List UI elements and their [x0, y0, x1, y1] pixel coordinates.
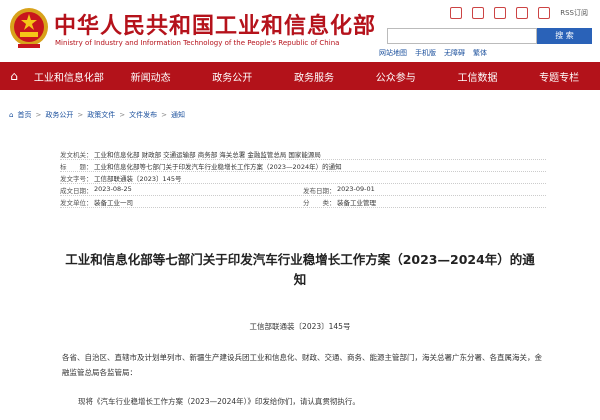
breadcrumb-affairs[interactable]: 政务公开 — [45, 110, 73, 120]
quick-link-traditional[interactable]: 繁体 — [473, 48, 487, 58]
site-title[interactable]: 中华人民共和国工业和信息化部 — [54, 8, 376, 40]
meta-published-label: 发布日期： — [303, 186, 336, 195]
nav-item-government-affairs[interactable]: 政务公开 — [191, 69, 273, 84]
document-body: 现将《汽车行业稳增长工作方案（2023—2024年）》印发给你们，请认真贯彻执行… — [78, 397, 360, 406]
quick-link-accessibility[interactable]: 无障碍 — [444, 48, 465, 58]
meta-category-value: 装备工业管理 — [337, 198, 376, 207]
breadcrumb-publish[interactable]: 文件发布 — [129, 110, 157, 120]
meta-issuer-value: 工业和信息化部 财政部 交通运输部 商务部 海关总署 金融监管总局 国家能源局 — [94, 150, 321, 159]
search-button[interactable]: 搜 索 — [537, 28, 592, 44]
quick-link-sitemap[interactable]: 网站地图 — [379, 48, 407, 58]
document-addressees: 各省、自治区、直辖市及计划单列市、新疆生产建设兵团工业和信息化、财政、交通、商务… — [62, 353, 542, 377]
document-title: 工业和信息化部等七部门关于印发汽车行业稳增长工作方案（2023—2024年）的通… — [65, 252, 535, 287]
meta-title-label: 标 题： — [60, 162, 93, 171]
home-icon: ⌂ — [9, 111, 14, 119]
breadcrumb: ⌂ 首页 > 政务公开 > 政策文件 > 文件发布 > 通知 — [9, 110, 185, 120]
main-nav: ⌂ 工业和信息化部 新闻动态 政务公开 政务服务 公众参与 工信数据 专题专栏 — [0, 62, 600, 90]
app-icon[interactable] — [516, 7, 529, 19]
nav-item-news[interactable]: 新闻动态 — [110, 69, 192, 84]
wechat-icon[interactable] — [472, 7, 485, 19]
nav-item-services[interactable]: 政务服务 — [273, 69, 355, 84]
breadcrumb-notice[interactable]: 通知 — [171, 110, 185, 120]
meta-number-label: 发文字号： — [60, 174, 93, 183]
meta-row-number: 发文字号： 工信部联通装〔2023〕145号 — [60, 172, 546, 184]
document-number: 工信部联通装〔2023〕145号 — [249, 322, 351, 331]
national-emblem-icon — [10, 8, 48, 48]
breadcrumb-home[interactable]: 首页 — [17, 110, 31, 120]
nav-item-topics[interactable]: 专题专栏 — [518, 69, 600, 84]
meta-row-source: 发文单位： 装备工业一司 分 类： 装备工业管理 — [60, 196, 546, 208]
meta-row-issuer: 发文机关： 工业和信息化部 财政部 交通运输部 商务部 海关总署 金融监管总局 … — [60, 148, 546, 160]
document-meta-table: 发文机关： 工业和信息化部 财政部 交通运输部 商务部 海关总署 金融监管总局 … — [60, 148, 546, 208]
meta-written: 成文日期： 2023-08-25 — [60, 185, 303, 195]
site-subtitle: Ministry of Industry and Information Tec… — [55, 39, 340, 47]
meta-row-dates: 成文日期： 2023-08-25 发布日期： 2023-09-01 — [60, 184, 546, 196]
breadcrumb-policy[interactable]: 政策文件 — [87, 110, 115, 120]
mobile-icon[interactable] — [494, 7, 507, 19]
meta-source-value: 装备工业一司 — [94, 198, 133, 207]
meta-number-value: 工信部联通装〔2023〕145号 — [94, 174, 182, 183]
breadcrumb-separator: > — [119, 111, 126, 119]
meta-source-label: 发文单位： — [60, 198, 93, 207]
search-input[interactable] — [387, 28, 537, 44]
meta-category-label: 分 类： — [303, 198, 336, 207]
site-header: 中华人民共和国工业和信息化部 Ministry of Industry and … — [0, 0, 600, 62]
weibo-icon[interactable] — [450, 7, 463, 19]
home-icon[interactable]: ⌂ — [0, 69, 28, 83]
mail-icon[interactable] — [538, 7, 551, 19]
nav-item-data[interactable]: 工信数据 — [437, 69, 519, 84]
nav-item-ministry[interactable]: 工业和信息化部 — [28, 69, 110, 84]
breadcrumb-separator: > — [35, 111, 42, 119]
quick-links: 网站地图 手机版 无障碍 繁体 — [379, 48, 487, 58]
meta-published-value: 2023-09-01 — [337, 184, 375, 193]
meta-written-label: 成文日期： — [60, 186, 93, 195]
meta-written-value: 2023-08-25 — [94, 184, 132, 193]
breadcrumb-separator: > — [161, 111, 167, 119]
top-icon-bar: RSS订阅 — [450, 7, 588, 19]
quick-link-mobile[interactable]: 手机版 — [415, 48, 436, 58]
meta-issuer-label: 发文机关： — [60, 150, 93, 159]
meta-published: 发布日期： 2023-09-01 — [303, 185, 546, 195]
nav-item-participation[interactable]: 公众参与 — [355, 69, 437, 84]
rss-link[interactable]: RSS订阅 — [560, 8, 588, 18]
meta-title-value: 工业和信息化部等七部门关于印发汽车行业稳增长工作方案（2023—2024年）的通… — [94, 162, 342, 171]
meta-category: 分 类： 装备工业管理 — [303, 197, 546, 207]
meta-row-title: 标 题： 工业和信息化部等七部门关于印发汽车行业稳增长工作方案（2023—202… — [60, 160, 546, 172]
meta-source: 发文单位： 装备工业一司 — [60, 197, 303, 207]
breadcrumb-separator: > — [77, 111, 84, 119]
